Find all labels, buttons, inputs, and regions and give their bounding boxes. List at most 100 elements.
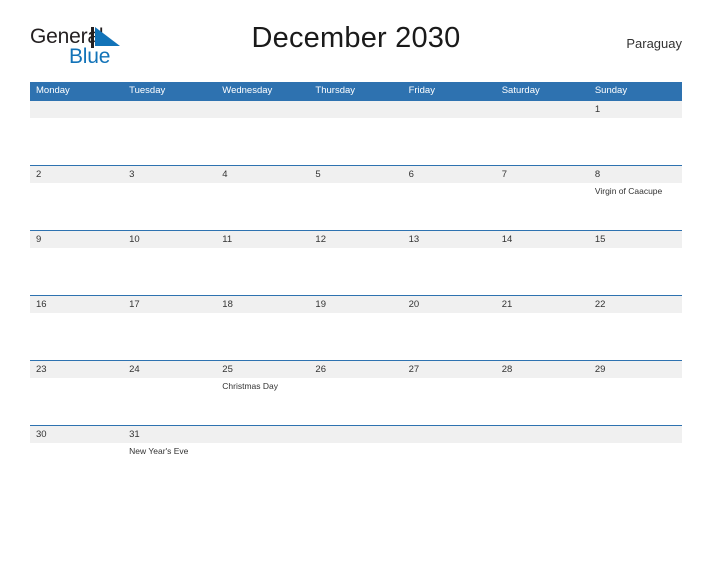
- day-event: [409, 313, 496, 314]
- day-cell[interactable]: 27: [403, 361, 496, 425]
- day-cell[interactable]: [589, 426, 682, 490]
- day-cell[interactable]: 14: [496, 231, 589, 295]
- day-cell[interactable]: 10: [123, 231, 216, 295]
- day-cell[interactable]: [496, 426, 589, 490]
- day-event: [36, 183, 123, 184]
- day-cell[interactable]: 29: [589, 361, 682, 425]
- day-cell[interactable]: 28: [496, 361, 589, 425]
- day-event: [595, 248, 682, 249]
- day-event: [502, 248, 589, 249]
- day-cell[interactable]: 24: [123, 361, 216, 425]
- weekday-header-saturday: Saturday: [501, 85, 540, 96]
- day-event: [222, 248, 309, 249]
- day-cell[interactable]: 13: [403, 231, 496, 295]
- day-cell[interactable]: 11: [216, 231, 309, 295]
- weekday-header-sunday: Sunday: [594, 85, 628, 96]
- day-event: [595, 313, 682, 314]
- day-cell[interactable]: [123, 101, 216, 165]
- calendar-week-row: 9 10 11 12 13 14 15: [30, 230, 682, 295]
- day-number: 5: [315, 169, 321, 180]
- day-cell[interactable]: 19: [309, 296, 402, 360]
- day-number: [502, 101, 589, 118]
- day-number: [595, 426, 682, 443]
- day-number: [315, 101, 402, 118]
- day-number: 18: [222, 299, 233, 310]
- day-cell[interactable]: 21: [496, 296, 589, 360]
- day-cell[interactable]: [496, 101, 589, 165]
- day-cell[interactable]: [30, 101, 123, 165]
- day-cell[interactable]: 15: [589, 231, 682, 295]
- day-number: [222, 101, 309, 118]
- day-cell[interactable]: 6: [403, 166, 496, 230]
- day-number: 24: [129, 364, 140, 375]
- day-cell[interactable]: [309, 101, 402, 165]
- day-cell[interactable]: 31 New Year's Eve: [123, 426, 216, 490]
- page-header: General Blue December 2030 Paraguay: [30, 22, 682, 74]
- day-number: 21: [501, 299, 513, 310]
- day-cell[interactable]: 8 Virgin of Caacupe: [589, 166, 682, 230]
- day-cell[interactable]: [403, 426, 496, 490]
- day-cell[interactable]: [309, 426, 402, 490]
- day-event: [36, 118, 123, 119]
- day-number: [36, 101, 123, 118]
- day-cell[interactable]: 7: [496, 166, 589, 230]
- day-number: 23: [36, 364, 47, 375]
- day-number: 30: [36, 429, 47, 440]
- day-cell[interactable]: 2: [30, 166, 123, 230]
- day-event: [502, 313, 589, 314]
- day-event: [409, 378, 496, 379]
- day-number: 28: [501, 364, 513, 375]
- day-number: 20: [408, 299, 420, 310]
- page-title: December 2030: [251, 22, 461, 54]
- weekday-header-wednesday: Wednesday: [222, 85, 273, 96]
- day-cell[interactable]: 12: [309, 231, 402, 295]
- day-cell[interactable]: [403, 101, 496, 165]
- day-event: Christmas Day: [222, 381, 279, 391]
- day-event: [222, 118, 309, 119]
- day-cell[interactable]: 20: [403, 296, 496, 360]
- day-cell[interactable]: [216, 426, 309, 490]
- day-number: 19: [315, 299, 326, 310]
- day-number: 14: [501, 234, 513, 245]
- day-event: [315, 118, 402, 119]
- day-cell[interactable]: 30: [30, 426, 123, 490]
- day-cell[interactable]: 23: [30, 361, 123, 425]
- day-cell[interactable]: 4: [216, 166, 309, 230]
- calendar-grid: Monday Tuesday Wednesday Thursday Friday…: [30, 82, 682, 490]
- day-number: [502, 426, 589, 443]
- day-cell[interactable]: 25 Christmas Day: [216, 361, 309, 425]
- day-event: [129, 118, 216, 119]
- day-number: 4: [222, 169, 228, 180]
- day-event: [222, 183, 309, 184]
- day-cell[interactable]: 16: [30, 296, 123, 360]
- day-event: [129, 313, 216, 314]
- day-number: 26: [315, 364, 326, 375]
- day-event: [315, 443, 402, 444]
- day-number: 7: [501, 169, 507, 180]
- day-cell[interactable]: [216, 101, 309, 165]
- day-event: [36, 378, 123, 379]
- day-cell[interactable]: 1: [589, 101, 682, 165]
- day-number: 22: [594, 299, 606, 310]
- day-event: [315, 313, 402, 314]
- day-event: [129, 248, 216, 249]
- day-cell[interactable]: 3: [123, 166, 216, 230]
- day-event: [222, 443, 309, 444]
- day-number: 25: [222, 364, 233, 375]
- day-cell[interactable]: 9: [30, 231, 123, 295]
- day-cell[interactable]: 22: [589, 296, 682, 360]
- day-cell[interactable]: 26: [309, 361, 402, 425]
- day-event: [409, 118, 496, 119]
- day-event: Virgin of Caacupe: [594, 186, 663, 196]
- day-cell[interactable]: 17: [123, 296, 216, 360]
- day-cell[interactable]: 5: [309, 166, 402, 230]
- country-label: Paraguay: [626, 36, 682, 51]
- day-number: 17: [129, 299, 140, 310]
- calendar-week-row: 23 24 25 Christmas Day 26 27 28 29: [30, 360, 682, 425]
- day-event: [409, 248, 496, 249]
- day-number: 11: [222, 234, 233, 245]
- day-event: [315, 248, 402, 249]
- day-cell[interactable]: 18: [216, 296, 309, 360]
- day-event: [595, 443, 682, 444]
- calendar-week-row: 30 31 New Year's Eve: [30, 425, 682, 490]
